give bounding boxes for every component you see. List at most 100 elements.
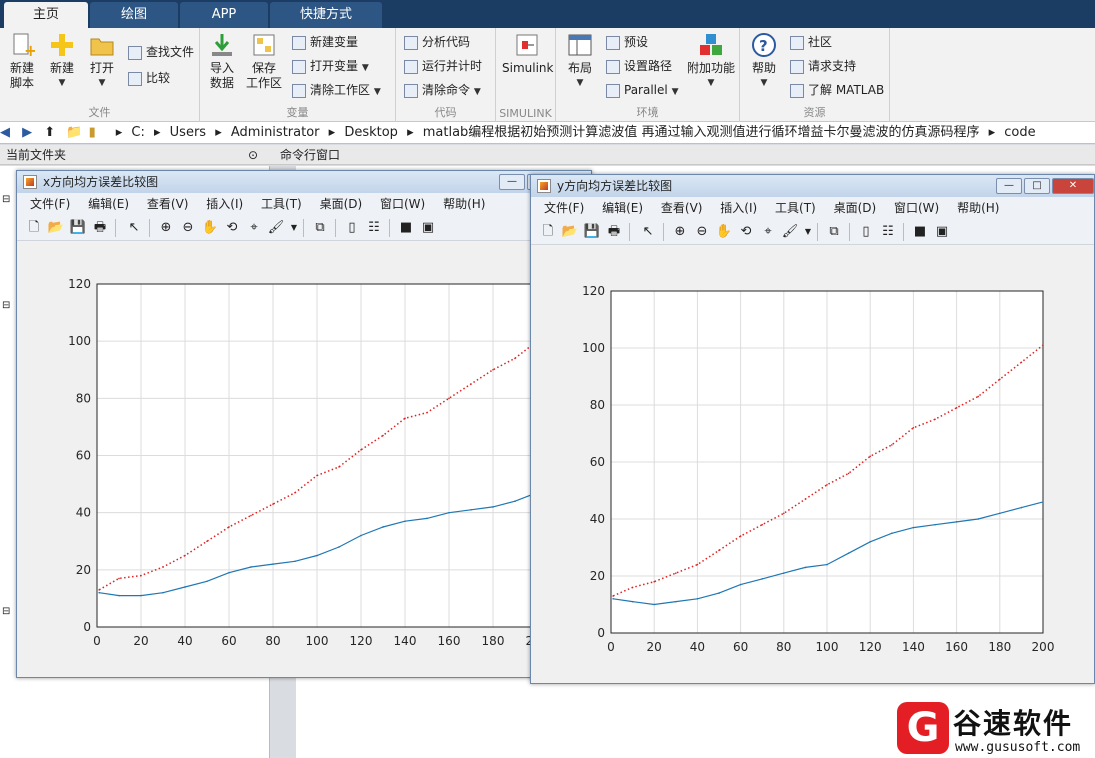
rotate-3d-icon[interactable]: ⟲ (223, 219, 241, 237)
brush-caret-icon[interactable]: ▼ (799, 223, 817, 241)
open-file-icon[interactable]: 📂 (47, 219, 65, 237)
clear-workspace-button[interactable]: 清除工作区 ▼ (292, 80, 381, 100)
tab-home[interactable]: 主页 (4, 2, 88, 28)
open-file-icon[interactable]: 📂 (561, 223, 579, 241)
open-dropdown-caret[interactable]: ▼ (80, 76, 124, 91)
menu-desktop[interactable]: 桌面(D) (313, 193, 370, 215)
learn-matlab-button[interactable]: 了解 MATLAB (790, 80, 884, 100)
set-path-button[interactable]: 设置路径 (606, 56, 672, 76)
layout-button[interactable]: 布局 ▼ (558, 32, 602, 91)
addons-button[interactable]: 附加功能 ▼ (686, 32, 736, 91)
preferences-button[interactable]: 预设 (606, 32, 648, 52)
pointer-icon[interactable]: ↖ (125, 219, 143, 237)
open-variable-caret[interactable]: ▼ (362, 63, 369, 73)
open-button[interactable]: 打开 ▼ (80, 32, 124, 91)
save-icon[interactable]: 💾 (583, 223, 601, 241)
forward-arrow-icon[interactable]: ▶ (22, 122, 40, 143)
menu-view[interactable]: 查看(V) (654, 197, 710, 219)
path-segment[interactable]: Desktop (344, 122, 398, 143)
data-cursor-icon[interactable]: ⌖ (245, 219, 263, 237)
menu-window[interactable]: 窗口(W) (373, 193, 432, 215)
path-segment[interactable]: matlab编程根据初始预测计算滤波值 再通过输入观测值进行循环增益卡尔曼滤波的… (423, 122, 980, 143)
community-button[interactable]: 社区 (790, 32, 832, 52)
zoom-out-icon[interactable]: ⊖ (179, 219, 197, 237)
run-and-time-button[interactable]: 运行并计时 (404, 56, 482, 76)
address-bar[interactable]: ◀ ▶ ⬆ 📁 ▮ ▸ C: ▸ Users ▸ Administrator ▸… (0, 122, 1095, 144)
help-button[interactable]: ? 帮助 ▼ (742, 32, 786, 91)
path-segment[interactable]: C: (131, 122, 144, 143)
menu-edit[interactable]: 编辑(E) (595, 197, 650, 219)
parallel-button[interactable]: Parallel ▼ (606, 80, 678, 100)
menu-window[interactable]: 窗口(W) (887, 197, 946, 219)
brush-icon[interactable]: 🖌 (781, 223, 799, 241)
path-segment[interactable]: Users (170, 122, 206, 143)
link-plot-icon[interactable]: ⧉ (311, 219, 329, 237)
compare-button[interactable]: 比较 (128, 68, 170, 88)
request-support-button[interactable]: 请求支持 (790, 56, 856, 76)
zoom-in-icon[interactable]: ⊕ (671, 223, 689, 241)
print-icon[interactable]: 🖶 (91, 219, 109, 237)
collapse-icon[interactable]: ⊟ (2, 606, 10, 617)
zoom-in-icon[interactable]: ⊕ (157, 219, 175, 237)
legend-icon[interactable]: ☷ (365, 219, 383, 237)
tab-plots[interactable]: 绘图 (90, 2, 178, 28)
path-segment[interactable]: code (1004, 122, 1035, 143)
minimize-button[interactable]: — (996, 178, 1022, 194)
brush-caret-icon[interactable]: ▼ (285, 219, 303, 237)
hide-plot-tools-icon[interactable]: ■ (911, 223, 929, 241)
link-plot-icon[interactable]: ⧉ (825, 223, 843, 241)
path-segment[interactable]: Administrator (231, 122, 320, 143)
rotate-3d-icon[interactable]: ⟲ (737, 223, 755, 241)
new-dropdown-caret[interactable]: ▼ (40, 76, 84, 91)
clear-workspace-caret[interactable]: ▼ (374, 87, 381, 97)
menu-help[interactable]: 帮助(H) (436, 193, 492, 215)
pointer-icon[interactable]: ↖ (639, 223, 657, 241)
hide-plot-tools-icon[interactable]: ■ (397, 219, 415, 237)
clear-commands-button[interactable]: 清除命令 ▼ (404, 80, 481, 100)
menu-edit[interactable]: 编辑(E) (81, 193, 136, 215)
find-files-button[interactable]: 查找文件 (128, 42, 194, 62)
up-folder-icon[interactable]: ⬆ (44, 122, 62, 143)
zoom-out-icon[interactable]: ⊖ (693, 223, 711, 241)
import-data-button[interactable]: 导入 数据 (200, 32, 244, 91)
new-figure-icon[interactable]: 🗋 (25, 219, 43, 237)
menu-insert[interactable]: 插入(I) (713, 197, 764, 219)
pan-hand-icon[interactable]: ✋ (201, 219, 219, 237)
layout-caret[interactable]: ▼ (558, 76, 602, 91)
menu-file[interactable]: 文件(F) (23, 193, 77, 215)
legend-icon[interactable]: ☷ (879, 223, 897, 241)
save-workspace-button[interactable]: 保存 工作区 (242, 32, 286, 91)
menu-insert[interactable]: 插入(I) (199, 193, 250, 215)
data-cursor-icon[interactable]: ⌖ (759, 223, 777, 241)
figure-titlebar[interactable]: x方向均方误差比较图 — □ (17, 171, 591, 193)
figure-canvas[interactable]: 0204060801001201401601802000204060801001… (17, 242, 591, 677)
save-icon[interactable]: 💾 (69, 219, 87, 237)
figure-canvas[interactable]: 0204060801001201401601802000204060801001… (531, 246, 1094, 683)
browse-folder-icon[interactable]: 📁 (66, 122, 84, 143)
new-button[interactable]: 新建 ▼ (40, 32, 84, 91)
menu-desktop[interactable]: 桌面(D) (827, 197, 884, 219)
menu-file[interactable]: 文件(F) (537, 197, 591, 219)
open-variable-button[interactable]: 打开变量 ▼ (292, 56, 369, 76)
parallel-caret[interactable]: ▼ (672, 87, 679, 97)
collapse-icon[interactable]: ⊟ (2, 194, 10, 205)
help-caret[interactable]: ▼ (742, 76, 786, 91)
new-script-button[interactable]: + 新建 脚本 (0, 32, 44, 91)
tab-apps[interactable]: APP (180, 2, 268, 28)
back-arrow-icon[interactable]: ◀ (0, 122, 18, 143)
show-plot-tools-icon[interactable]: ▣ (419, 219, 437, 237)
new-variable-button[interactable]: 新建变量 (292, 32, 358, 52)
panel-options-icon[interactable]: ⊙ (248, 145, 258, 165)
show-plot-tools-icon[interactable]: ▣ (933, 223, 951, 241)
minimize-button[interactable]: — (499, 174, 525, 190)
menu-help[interactable]: 帮助(H) (950, 197, 1006, 219)
tab-shortcuts[interactable]: 快捷方式 (270, 2, 382, 28)
simulink-button[interactable]: Simulink (502, 32, 553, 76)
colorbar-icon[interactable]: ▯ (857, 223, 875, 241)
print-icon[interactable]: 🖶 (605, 223, 623, 241)
menu-tools[interactable]: 工具(T) (254, 193, 309, 215)
colorbar-icon[interactable]: ▯ (343, 219, 361, 237)
brush-icon[interactable]: 🖌 (267, 219, 285, 237)
menu-view[interactable]: 查看(V) (140, 193, 196, 215)
analyze-code-button[interactable]: 分析代码 (404, 32, 470, 52)
